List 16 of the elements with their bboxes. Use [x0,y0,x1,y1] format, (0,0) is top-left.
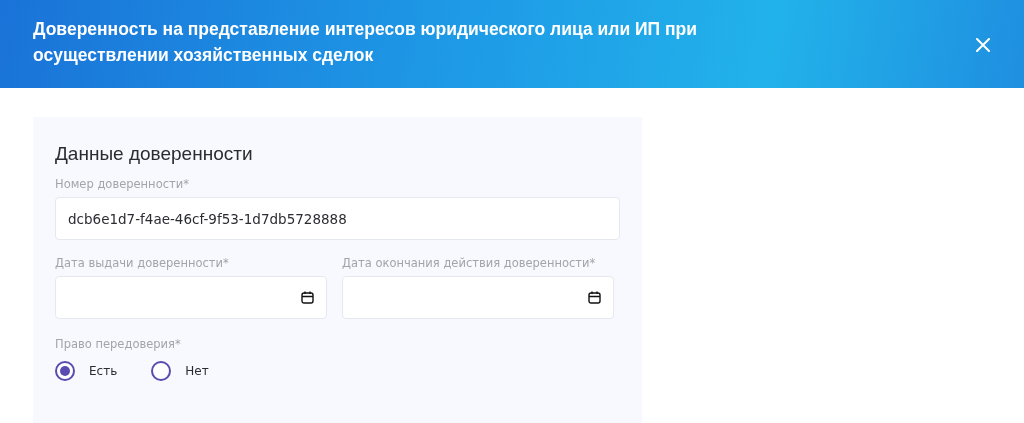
radio-button[interactable] [55,361,75,381]
calendar-icon [301,291,314,304]
date-field[interactable] [55,276,327,319]
calendar-icon [588,291,601,304]
radio-label[interactable]: Есть [89,364,118,378]
section-heading: Данные доверенности [55,143,254,165]
radio-button[interactable] [151,361,172,381]
radio-label[interactable]: Нет [185,364,209,378]
input-field[interactable]: dcb6e1d7-f4ae-46cf-9f53-1d7db5728888 [55,197,620,240]
field-label: Дата выдачи доверенности* [55,256,230,270]
date-field[interactable] [342,276,614,319]
field-label: Право передоверия* [55,337,182,351]
window-title: Доверенность на представление интересов юридического лица или ИП при осуществлении хозяйственных сделок [33,18,699,67]
close-icon [976,38,990,52]
field-label: Дата окончания действия доверенности* [342,256,597,270]
field-label: Номер доверенности* [55,177,190,191]
